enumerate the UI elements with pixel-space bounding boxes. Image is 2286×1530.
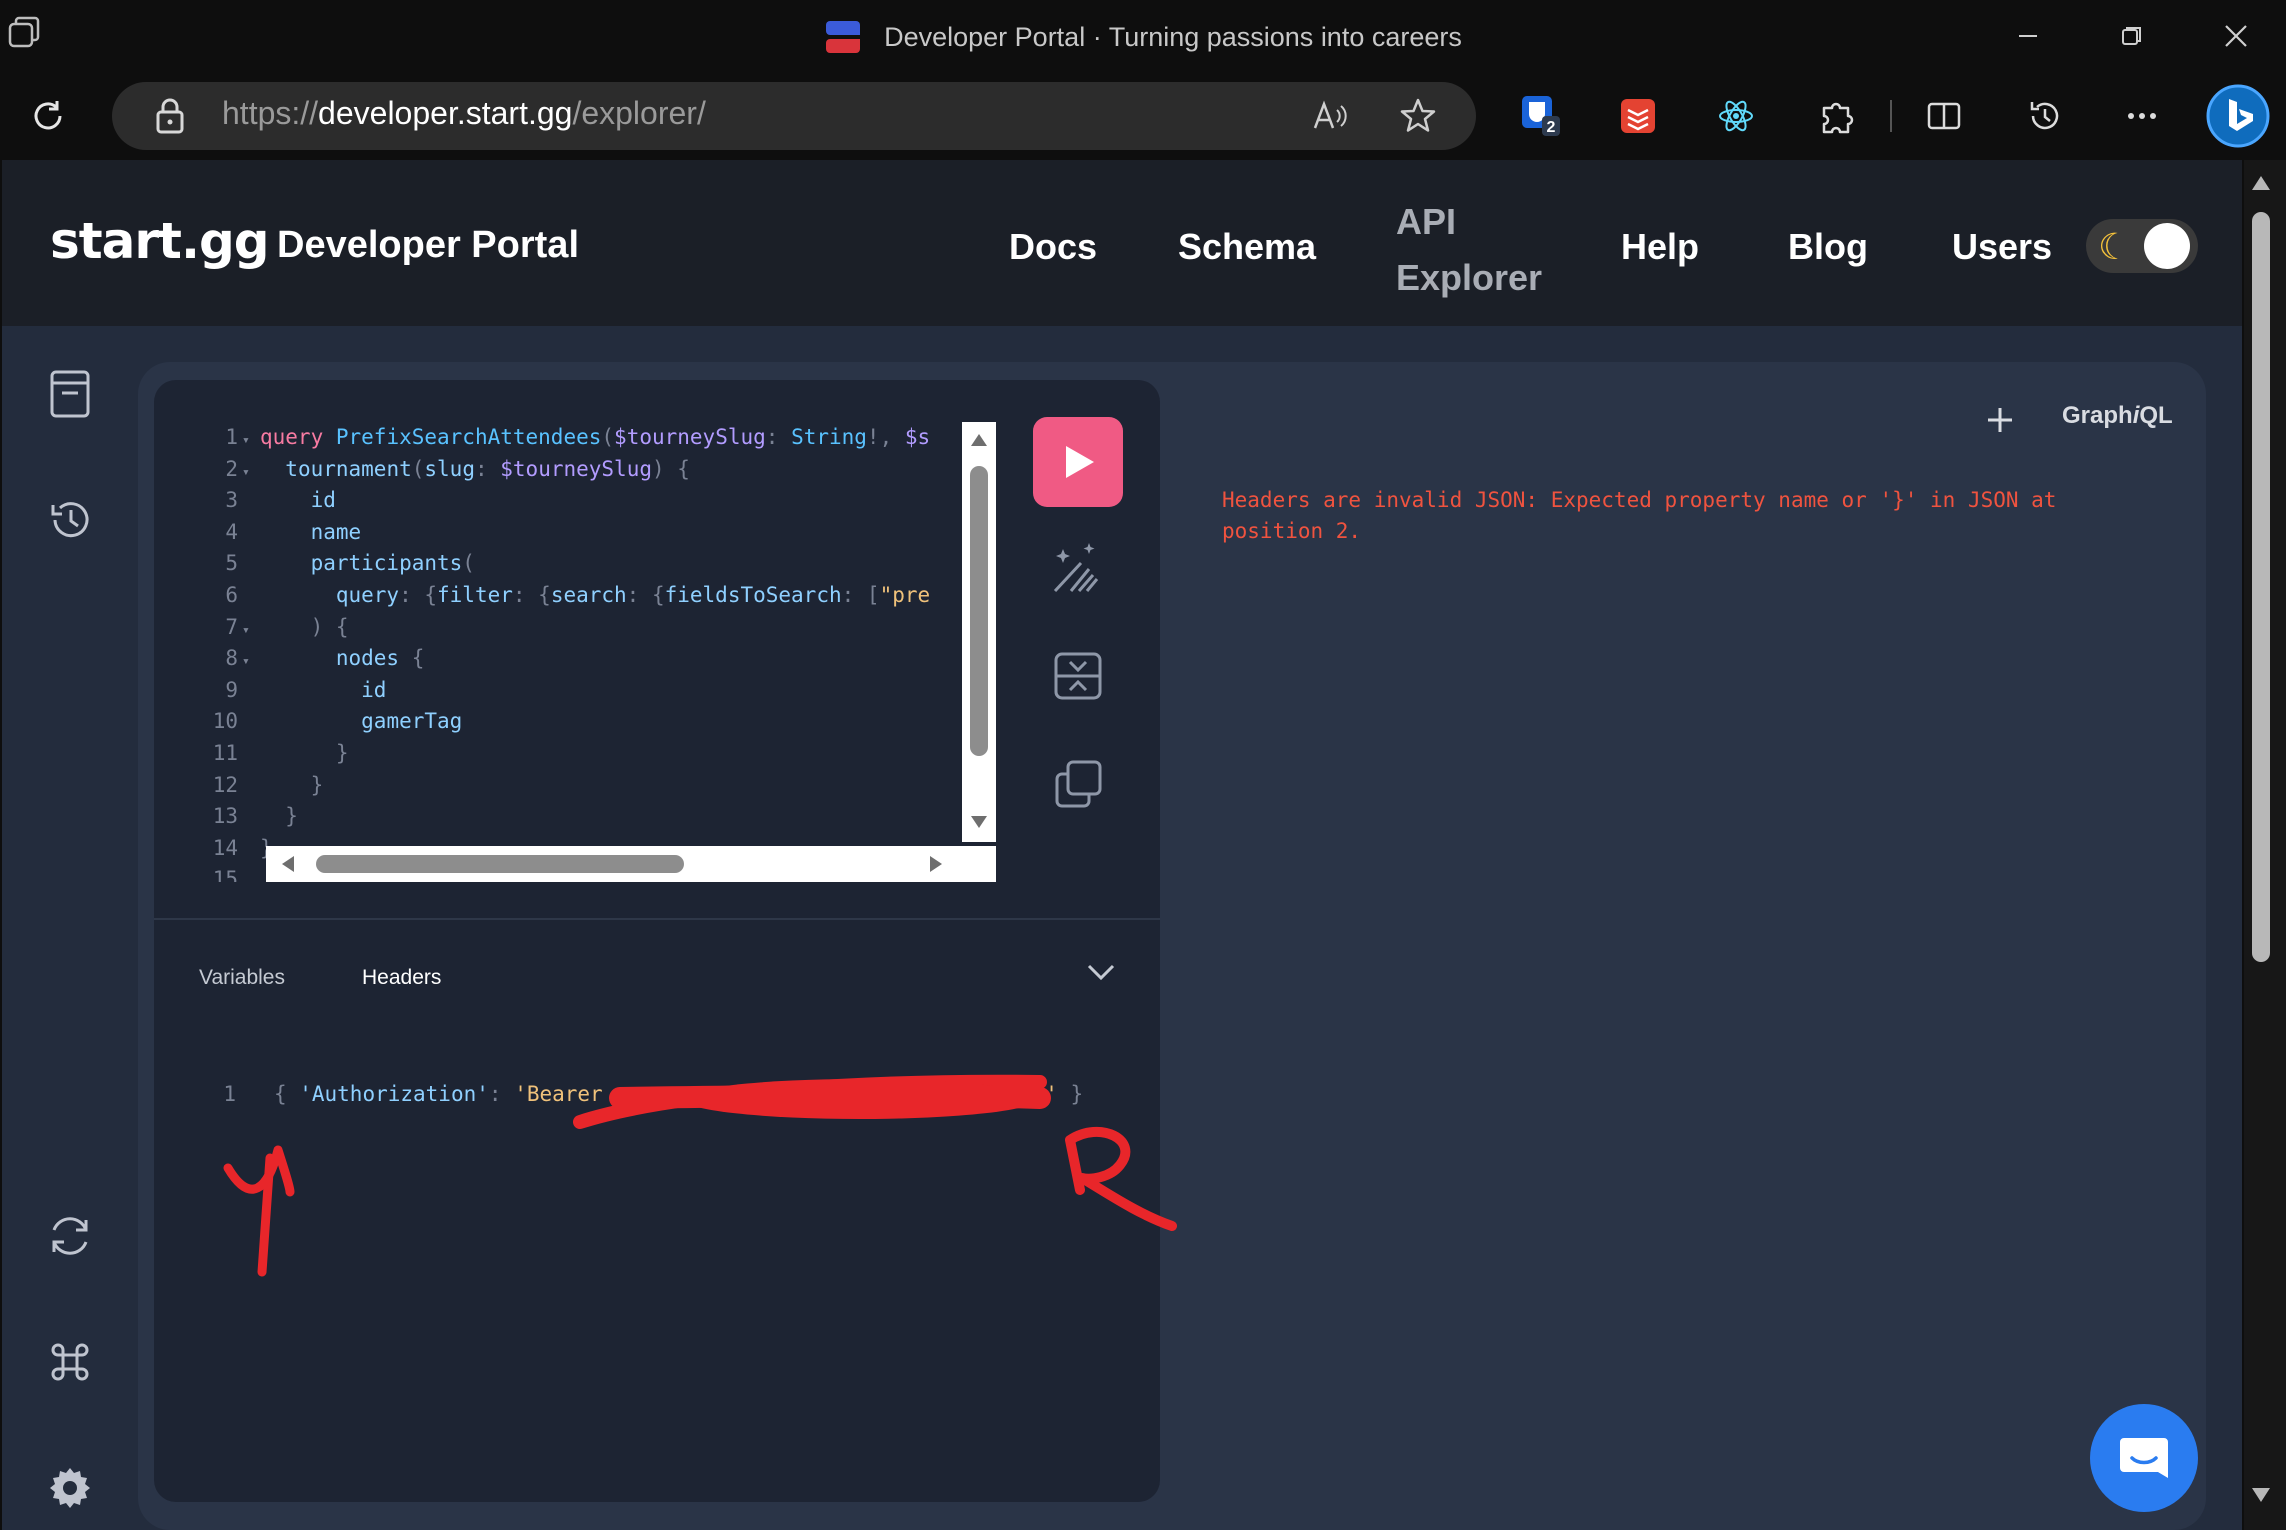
- chat-bubble-icon: [2120, 1438, 2168, 1478]
- add-tab-plus-icon[interactable]: [1978, 398, 2022, 442]
- support-chat-button[interactable]: [2090, 1404, 2198, 1512]
- graphiql-brand: GraphiQL: [2062, 402, 2173, 429]
- result-error-message: Headers are invalid JSON: Expected prope…: [1222, 488, 2057, 543]
- redaction-annotation-overlay: [223, 1074, 1177, 1277]
